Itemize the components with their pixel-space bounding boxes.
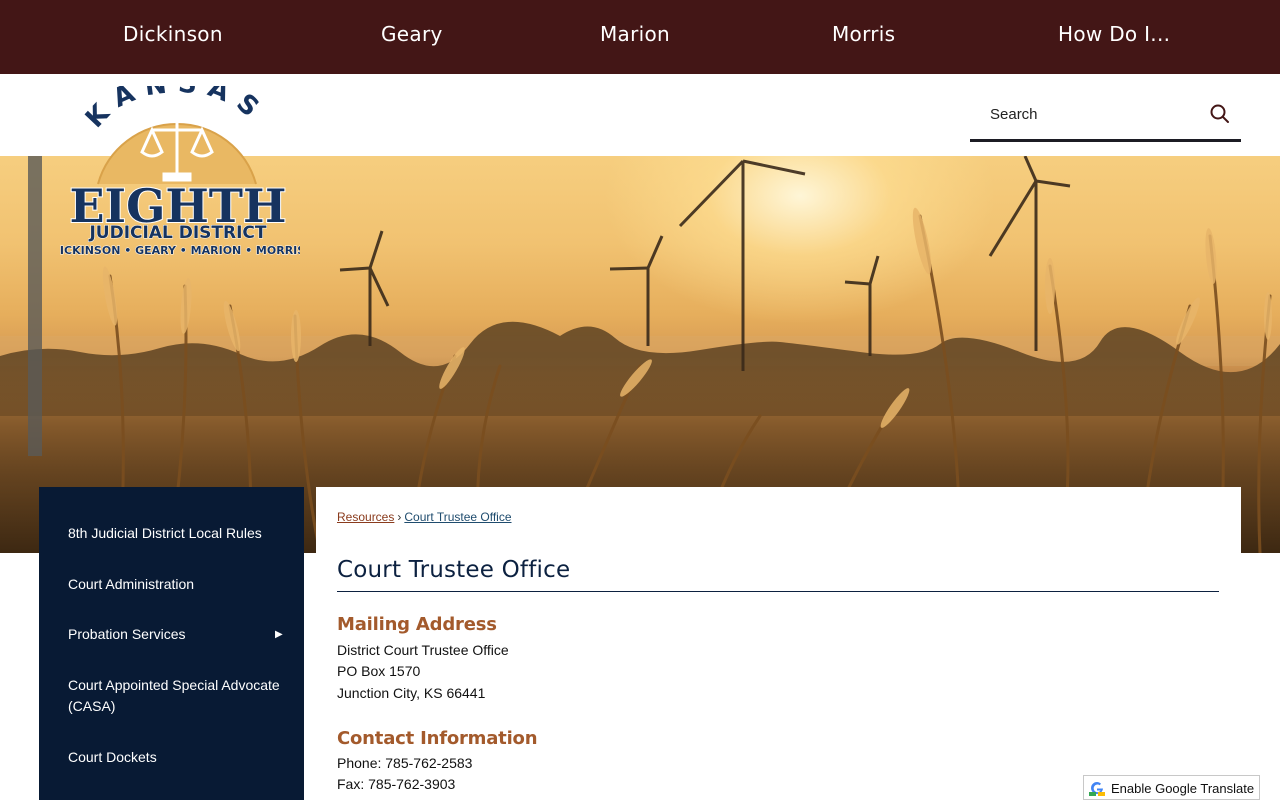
logo-counties-text: DICKINSON • GEARY • MARION • MORRIS — [60, 244, 300, 257]
nav-item-how-do-i[interactable]: How Do I... — [1058, 22, 1170, 46]
sidebar-item-local-rules[interactable]: 8th Judicial District Local Rules — [68, 523, 293, 544]
district-logo-graphic: KANSAS EIGHTH JUDICIAL DISTRICT DICKINSO… — [50, 68, 305, 257]
mailing-line-po-box: PO Box 1570 — [337, 663, 421, 679]
nav-item-marion[interactable]: Marion — [600, 22, 670, 46]
main-content: Resources › Court Trustee Office Court Tru… — [316, 487, 1241, 800]
google-translate-label: Enable Google Translate — [1111, 781, 1255, 796]
breadcrumb-separator: › — [397, 510, 402, 524]
contact-fax: Fax: 785-762-3903 — [337, 776, 456, 792]
mailing-line-city: Junction City, KS 66441 — [337, 685, 486, 701]
search-icon — [1210, 104, 1229, 123]
google-icon — [1089, 780, 1105, 796]
page-title: Court Trustee Office — [337, 557, 571, 583]
nav-item-dickinson[interactable]: Dickinson — [123, 22, 223, 46]
logo-sub-text: JUDICIAL DISTRICT — [88, 223, 266, 243]
google-translate-button[interactable]: Enable Google Translate — [1083, 775, 1260, 800]
nav-item-morris[interactable]: Morris — [832, 22, 895, 46]
contact-information-heading: Contact Information — [337, 728, 538, 749]
title-divider — [337, 591, 1219, 592]
submenu-arrow-icon[interactable]: ▶ — [275, 629, 283, 640]
district-logo[interactable]: KANSAS EIGHTH JUDICIAL DISTRICT DICKINSO… — [50, 68, 305, 266]
mailing-address-heading: Mailing Address — [337, 614, 497, 635]
breadcrumb: Resources › Court Trustee Office — [337, 510, 512, 524]
sidebar-item-casa[interactable]: Court Appointed Special Advocate (CASA) — [68, 675, 293, 717]
search-button[interactable] — [1208, 102, 1232, 126]
sidebar-item-court-administration[interactable]: Court Administration — [68, 574, 293, 595]
sidebar-item-court-dockets[interactable]: Court Dockets — [68, 747, 293, 768]
search-box — [970, 92, 1241, 142]
search-input[interactable] — [970, 98, 1190, 130]
top-navigation: Dickinson Geary Marion Morris How Do I..… — [0, 0, 1280, 74]
sidebar-nav: 8th Judicial District Local Rules Court … — [39, 487, 304, 800]
contact-phone: Phone: 785-762-2583 — [337, 755, 473, 771]
nav-item-geary[interactable]: Geary — [381, 22, 443, 46]
mailing-line-office: District Court Trustee Office — [337, 642, 509, 658]
sidebar-item-probation-services[interactable]: Probation Services — [68, 624, 293, 645]
breadcrumb-resources[interactable]: Resources — [337, 510, 394, 524]
breadcrumb-court-trustee-office[interactable]: Court Trustee Office — [404, 510, 511, 524]
